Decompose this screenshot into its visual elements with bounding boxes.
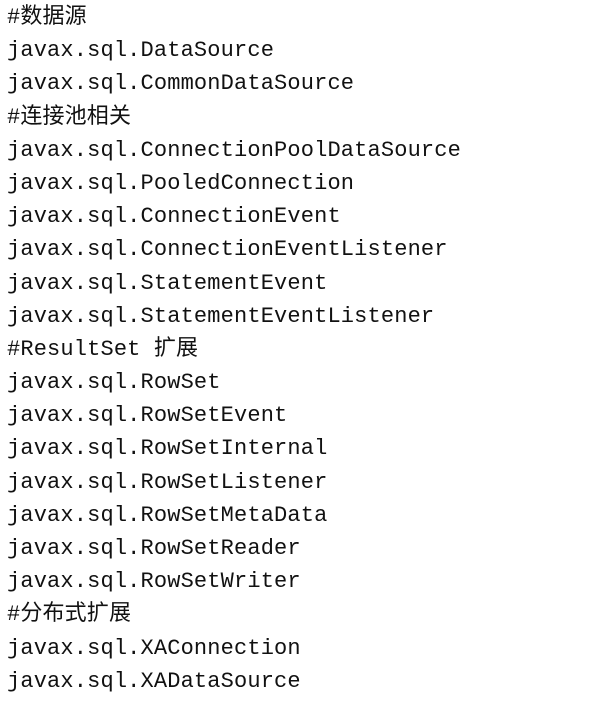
code-line: javax.sql.RowSetMetaData [7,502,328,528]
section-heading-datasource: #数据源 [7,5,87,30]
code-line: javax.sql.RowSetWriter [7,569,301,595]
code-line: javax.sql.DataSource [7,38,275,64]
code-line: javax.sql.ConnectionEvent [7,204,341,230]
code-listing: #数据源 javax.sql.DataSource javax.sql.Comm… [7,1,587,698]
code-line: javax.sql.RowSetInternal [7,436,328,462]
code-line: javax.sql.RowSetListener [7,469,328,495]
section-heading-distributed: #分布式扩展 [7,602,132,628]
section-heading-connection-pool: #连接池相关 [7,104,132,130]
code-line: javax.sql.RowSetReader [7,536,301,561]
code-line: javax.sql.XADataSource [7,668,301,694]
section-heading-resultset: #ResultSet 扩展 [7,336,199,362]
code-line: javax.sql.ConnectionEventListener [7,237,448,263]
code-line: javax.sql.PooledConnection [7,170,355,196]
code-line: javax.sql.XAConnection [7,635,301,661]
code-line: javax.sql.ConnectionPoolDataSource [7,137,461,163]
code-line: javax.sql.StatementEvent [7,270,328,296]
code-line: javax.sql.CommonDataSource [7,71,355,97]
code-line: javax.sql.StatementEventListener [7,303,435,329]
code-line: javax.sql.RowSetEvent [7,403,288,429]
code-line: javax.sql.RowSet [7,370,221,396]
